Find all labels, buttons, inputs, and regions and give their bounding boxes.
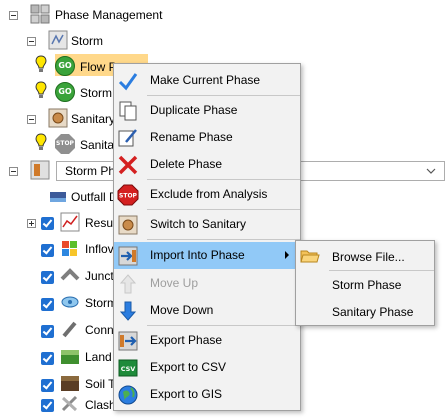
- results-checkbox[interactable]: [41, 217, 54, 230]
- submenu-item-label: Storm Phase: [332, 278, 402, 292]
- menu-item-import-into-phase[interactable]: Import Into Phase: [114, 242, 300, 269]
- menu-item-label: Export Phase: [150, 333, 223, 347]
- globe-icon: [118, 385, 138, 405]
- storm-item-icon: [61, 296, 79, 308]
- sanitary-group-label[interactable]: Sanitary: [71, 111, 115, 127]
- land-icon: [61, 350, 79, 364]
- collapse-phase-management-toggle[interactable]: [9, 11, 18, 20]
- menu-item-label: Switch to Sanitary: [150, 217, 247, 231]
- menu-item-label: Make Current Phase: [150, 73, 261, 87]
- conduit-icon: [62, 321, 77, 338]
- menu-item-label: Duplicate Phase: [150, 103, 238, 117]
- arrow-down-icon: [119, 301, 137, 321]
- collapse-storm-phase-toggle[interactable]: [9, 167, 18, 176]
- menu-item-label: Export to CSV: [150, 360, 227, 374]
- clash-label[interactable]: Clash: [85, 397, 116, 413]
- inflow-icon: [62, 241, 77, 256]
- land-checkbox[interactable]: [41, 352, 54, 365]
- go-icon: GO: [55, 56, 75, 76]
- submenu-item-sanitary-phase[interactable]: Sanitary Phase: [296, 298, 434, 325]
- submenu-arrow-icon: [285, 251, 289, 259]
- menu-item-label: Rename Phase: [150, 130, 233, 144]
- sanitary-icon: [118, 215, 138, 235]
- menu-item-export-to-csv[interactable]: CSV Export to CSV: [114, 354, 300, 381]
- duplicate-icon: [119, 101, 137, 121]
- menu-item-export-phase[interactable]: Export Phase: [114, 327, 300, 354]
- inflow-checkbox[interactable]: [41, 244, 54, 257]
- menu-item-duplicate-phase[interactable]: Duplicate Phase: [114, 97, 300, 124]
- menu-separator: [147, 179, 300, 180]
- outfall-icon: [50, 192, 66, 202]
- rename-icon: [118, 129, 137, 147]
- lightbulb-icon: [35, 55, 47, 72]
- soil-checkbox[interactable]: [41, 379, 54, 392]
- menu-item-make-current-phase[interactable]: Make Current Phase: [114, 67, 300, 94]
- storm-group-label[interactable]: Storm: [71, 33, 103, 49]
- menu-item-exclude-from-analysis[interactable]: STOP Exclude from Analysis: [114, 181, 300, 208]
- soil-label[interactable]: Soil T: [85, 376, 115, 392]
- submenu-item-label: Sanitary Phase: [332, 305, 414, 319]
- storm-item-checkbox[interactable]: [41, 298, 54, 311]
- junction-checkbox[interactable]: [41, 271, 54, 284]
- submenu-item-label: Browse File...: [332, 250, 405, 264]
- inflow-label[interactable]: Inflov: [85, 241, 114, 257]
- menu-separator: [147, 209, 300, 210]
- menu-separator: [147, 325, 300, 326]
- menu-item-label: Move Up: [150, 276, 199, 290]
- menu-item-rename-phase[interactable]: Rename Phase: [114, 124, 300, 151]
- arrow-up-icon: [119, 274, 137, 294]
- lightbulb-icon: [35, 81, 47, 98]
- menu-item-export-to-gis[interactable]: Export to GIS: [114, 381, 300, 408]
- lightbulb-icon: [35, 133, 47, 150]
- checkmark-icon: [118, 73, 138, 91]
- outfall-label[interactable]: Outfall D: [71, 189, 118, 205]
- folder-open-icon: [300, 250, 320, 263]
- menu-separator: [147, 239, 300, 240]
- export-phase-icon: [118, 331, 138, 351]
- go-icon: GO: [55, 82, 75, 102]
- storm-phase-group-icon: [30, 160, 50, 180]
- submenu-item-storm-phase[interactable]: Storm Phase: [296, 271, 434, 298]
- svg-text:CSV: CSV: [121, 365, 136, 373]
- storm-phase-label[interactable]: Storm: [80, 85, 112, 101]
- menu-item-label: Delete Phase: [150, 157, 223, 171]
- soil-icon: [61, 376, 79, 391]
- expand-results-toggle[interactable]: [27, 219, 36, 228]
- menu-item-switch-to-sanitary[interactable]: Switch to Sanitary: [114, 211, 300, 238]
- phase-management-icon: [30, 4, 50, 24]
- stop-sign-icon: STOP: [117, 184, 139, 206]
- clash-icon: [61, 395, 78, 412]
- phase-management-label[interactable]: Phase Management: [55, 7, 162, 23]
- conduit-checkbox[interactable]: [41, 325, 54, 338]
- svg-text:STOP: STOP: [119, 193, 138, 200]
- menu-item-move-down[interactable]: Move Down: [114, 297, 300, 324]
- land-label[interactable]: Land: [85, 349, 112, 365]
- results-label[interactable]: Resul: [85, 215, 116, 231]
- import-into-phase-submenu: Browse File... Storm Phase Sanitary Phas…: [295, 240, 435, 326]
- clash-checkbox[interactable]: [41, 399, 54, 412]
- sanitary-phase-label[interactable]: Sanita: [80, 137, 114, 153]
- junction-icon: [60, 268, 80, 281]
- sanitary-group-icon: [48, 108, 68, 128]
- menu-item-label: Exclude from Analysis: [150, 187, 268, 201]
- chevron-down-icon: [426, 168, 436, 174]
- phase-context-menu: Make Current Phase Duplicate Phase Renam…: [113, 63, 301, 411]
- collapse-storm-toggle[interactable]: [27, 37, 36, 46]
- submenu-item-browse-file[interactable]: Browse File...: [296, 243, 434, 270]
- collapse-sanitary-toggle[interactable]: [27, 115, 36, 124]
- menu-item-label: Export to GIS: [150, 387, 223, 401]
- delete-x-icon: [118, 155, 138, 175]
- menu-item-delete-phase[interactable]: Delete Phase: [114, 151, 300, 178]
- menu-item-move-up[interactable]: Move Up: [114, 270, 300, 297]
- menu-item-label: Import Into Phase: [150, 248, 245, 262]
- csv-icon: CSV: [118, 359, 138, 377]
- import-icon: [118, 246, 138, 266]
- junction-label[interactable]: Junct: [85, 268, 114, 284]
- results-chart-icon: [60, 212, 80, 232]
- stop-icon: STOP: [55, 134, 75, 154]
- menu-separator: [147, 95, 300, 96]
- menu-item-label: Move Down: [150, 303, 214, 317]
- storm-group-icon: [48, 30, 68, 50]
